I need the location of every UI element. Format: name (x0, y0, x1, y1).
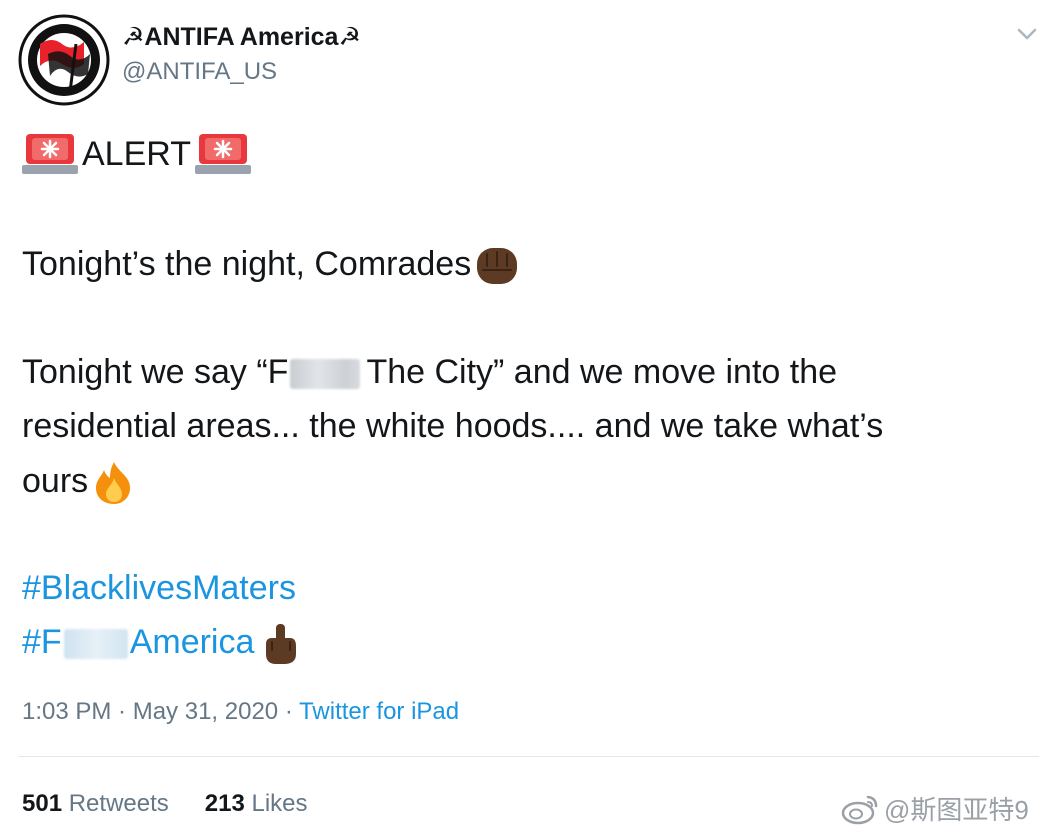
tweet-line: ours (22, 460, 140, 506)
fire-icon (96, 462, 131, 504)
police-light-icon (22, 134, 78, 174)
tweet-source-link[interactable]: Twitter for iPad (299, 698, 459, 725)
user-handle[interactable]: @ANTIFA_US (122, 58, 277, 86)
retweets-count[interactable]: 501 (22, 790, 62, 817)
watermark-text: @斯图亚特9 (884, 795, 1029, 825)
censor-blur (63, 629, 128, 660)
chevron-down-icon[interactable] (1013, 22, 1041, 46)
tweet-date[interactable]: May 31, 2020 (133, 698, 278, 725)
retweets-label[interactable]: Retweets (69, 790, 169, 817)
display-name[interactable]: ☭ANTIFA America☭ (122, 22, 361, 52)
tweet-line: residential areas... the white hoods....… (22, 406, 883, 446)
censor-blur (290, 359, 361, 390)
hashtag-link[interactable]: #F America (22, 622, 300, 666)
avatar-antifa-logo-icon[interactable] (18, 14, 110, 106)
hashtag-link[interactable]: #BlacklivesMaters (22, 568, 296, 608)
tweet-stats: 501 Retweets 213 Likes (22, 790, 308, 818)
tweet-card: ☭ANTIFA America☭ @ANTIFA_US ALERT Tonigh… (0, 0, 1045, 836)
tweet-time[interactable]: 1:03 PM (22, 698, 111, 725)
alert-text: ALERT (82, 135, 191, 173)
tweet-text: The City” and we move into the (366, 353, 838, 391)
police-light-icon (194, 134, 251, 174)
likes-label[interactable]: Likes (251, 790, 307, 817)
hashtag-text[interactable]: America (130, 623, 255, 661)
weibo-logo-icon (841, 795, 878, 824)
tweet-timestamp[interactable]: 1:03 PM · May 31, 2020 · Twitter for iPa… (22, 698, 459, 726)
tweet-text: residential areas... the white hoods....… (22, 407, 884, 445)
tweet-text: ours (22, 461, 89, 500)
hashtag-text[interactable]: #F (22, 623, 62, 661)
tweet-text: Tonight we say “F (22, 353, 289, 391)
raised-fist-icon (477, 248, 518, 285)
middle-finger-icon (266, 624, 297, 665)
tweet-text: Tonight’s the night, Comrades (22, 245, 472, 283)
watermark: @斯图亚特9 (840, 790, 1029, 827)
hashtag-text[interactable]: #BlacklivesMaters (22, 569, 296, 607)
tweet-line: Tonight’s the night, Comrades (22, 244, 523, 288)
alert-line: ALERT (22, 132, 251, 176)
retweets-stat[interactable]: 501 Retweets (22, 790, 169, 817)
likes-stat[interactable]: 213 Likes (205, 790, 308, 817)
divider (18, 756, 1039, 757)
tweet-line: Tonight we say “F The City” and we move i… (22, 352, 837, 392)
likes-count[interactable]: 213 (205, 790, 245, 817)
